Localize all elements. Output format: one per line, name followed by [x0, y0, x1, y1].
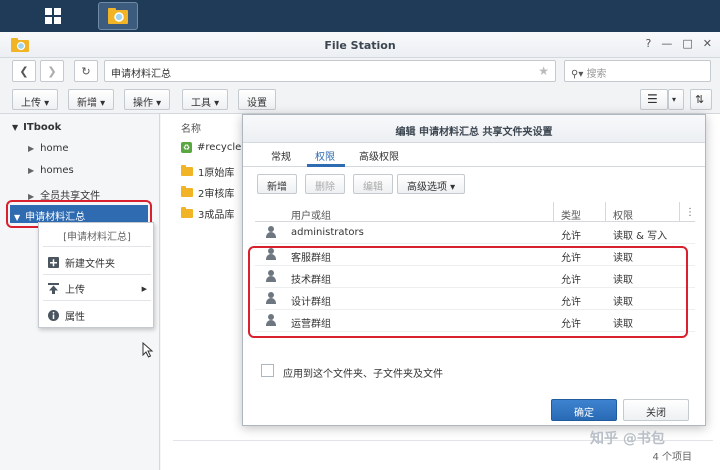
divider	[43, 274, 151, 275]
grid-icon	[45, 8, 61, 24]
toolbar: 上传 ▾ 新增 ▾ 操作 ▾ 工具 ▾ 设置 ☰ ▾ ⇅	[0, 86, 720, 114]
tab-advanced-permissions[interactable]: 高级权限	[359, 148, 399, 163]
search-placeholder: 搜索	[586, 69, 607, 80]
close-button[interactable]: 关闭	[623, 399, 689, 421]
upload-icon	[47, 283, 59, 295]
path-field[interactable]: 申请材料汇总 ★	[104, 60, 556, 82]
search-input[interactable]: ⚲▾ 搜索	[564, 60, 711, 82]
chevron-down-icon: ▾	[672, 95, 677, 104]
add-folder-icon	[47, 257, 59, 269]
folder-icon	[181, 165, 193, 176]
column-header-name[interactable]: 名称	[181, 120, 201, 135]
apply-recursive-label: 应用到这个文件夹、子文件夹及文件	[283, 369, 443, 380]
star-icon[interactable]: ★	[538, 64, 549, 78]
column-header-type[interactable]: 类型	[561, 207, 581, 222]
table-header: 用户或组 类型 权限 ⋮	[255, 202, 695, 222]
caret-down-icon: ▼	[12, 123, 19, 132]
file-station-icon	[108, 8, 128, 24]
sidebar-item-homes[interactable]: ▶ homes	[28, 165, 74, 176]
help-icon[interactable]: ?	[646, 37, 652, 50]
taskbar	[0, 0, 720, 32]
item-count: 4 个项目	[652, 452, 692, 463]
info-icon	[47, 310, 59, 322]
action-button[interactable]: 操作 ▾	[124, 89, 171, 110]
recycle-icon: ♻	[181, 142, 192, 153]
dialog-tabs: 常规 权限 高级权限	[243, 143, 705, 167]
ok-button[interactable]: 确定	[551, 399, 617, 421]
tree-root[interactable]: ▼ ITbook	[12, 122, 61, 133]
active-tab-indicator	[307, 164, 345, 167]
refresh-icon: ↻	[81, 64, 91, 78]
view-dropdown-button[interactable]: ▾	[668, 89, 684, 110]
refresh-button[interactable]: ↻	[74, 60, 98, 82]
sort-button[interactable]: ⇅	[690, 89, 712, 110]
search-icon: ⚲▾	[571, 69, 587, 80]
close-icon[interactable]: ✕	[703, 37, 712, 50]
window-title: File Station	[324, 39, 396, 52]
caret-right-icon: ▶	[141, 284, 147, 293]
list-item[interactable]: 3成品库	[181, 206, 234, 221]
chevron-left-icon: ❮	[19, 64, 29, 78]
tab-permissions[interactable]: 权限	[315, 148, 335, 163]
divider	[43, 300, 151, 301]
dialog-title: 编辑 申请材料汇总 共享文件夹设置	[243, 115, 705, 143]
column-header-permission[interactable]: 权限	[613, 207, 633, 222]
settings-button[interactable]: 设置	[238, 89, 276, 110]
back-button[interactable]: ❮	[12, 60, 36, 82]
main-menu-button[interactable]	[36, 2, 70, 30]
tools-button[interactable]: 工具 ▾	[182, 89, 229, 110]
path-text: 申请材料汇总	[111, 69, 171, 80]
forward-button[interactable]: ❯	[40, 60, 64, 82]
list-item[interactable]: ♻ #recycle	[181, 142, 241, 153]
menu-item-new-folder[interactable]: 新建文件夹	[47, 255, 151, 270]
table-row[interactable]: administrators 允许 读取 & 写入	[255, 222, 695, 244]
mouse-cursor-icon	[142, 342, 154, 358]
new-button[interactable]: 新增 ▾	[68, 89, 115, 110]
context-menu: [申请材料汇总] 新建文件夹 上传 ▶ 属性	[38, 222, 154, 328]
divider	[43, 246, 151, 247]
folder-icon	[181, 207, 193, 218]
menu-item-upload[interactable]: 上传 ▶	[47, 281, 151, 296]
menu-item-properties[interactable]: 属性	[47, 308, 151, 323]
folder-icon	[181, 186, 193, 197]
tab-general[interactable]: 常规	[271, 148, 291, 163]
list-item[interactable]: 2审核库	[181, 185, 234, 200]
caret-right-icon: ▶	[28, 166, 35, 175]
view-mode-button[interactable]: ☰	[640, 89, 668, 110]
watermark: 知乎 @书包	[590, 431, 665, 447]
edit-button[interactable]: 编辑	[353, 174, 393, 194]
list-icon: ☰	[647, 92, 658, 106]
window-titlebar: File Station ? — □ ✕	[0, 32, 720, 58]
advanced-options-button[interactable]: 高级选项 ▾	[397, 174, 466, 194]
minimize-icon[interactable]: —	[661, 37, 672, 50]
delete-button[interactable]: 删除	[305, 174, 345, 194]
upload-button[interactable]: 上传 ▾	[12, 89, 59, 110]
navigation-bar: ❮ ❯ ↻ 申请材料汇总 ★ ⚲▾ 搜索	[0, 58, 720, 86]
highlight-box	[248, 246, 688, 338]
sort-icon: ⇅	[695, 93, 705, 106]
maximize-icon[interactable]: □	[682, 37, 692, 50]
caret-right-icon: ▶	[28, 144, 35, 153]
context-menu-header: [申请材料汇总]	[63, 232, 131, 243]
add-button[interactable]: 新增	[257, 174, 297, 194]
apply-recursive-checkbox[interactable]	[261, 364, 274, 377]
column-menu-icon[interactable]: ⋮	[685, 207, 695, 218]
list-item[interactable]: 1原始库	[181, 164, 234, 179]
column-header-user[interactable]: 用户或组	[291, 207, 331, 222]
file-station-taskbar-button[interactable]	[98, 2, 138, 30]
chevron-right-icon: ❯	[47, 64, 57, 78]
sidebar-item-home[interactable]: ▶ home	[28, 143, 69, 154]
